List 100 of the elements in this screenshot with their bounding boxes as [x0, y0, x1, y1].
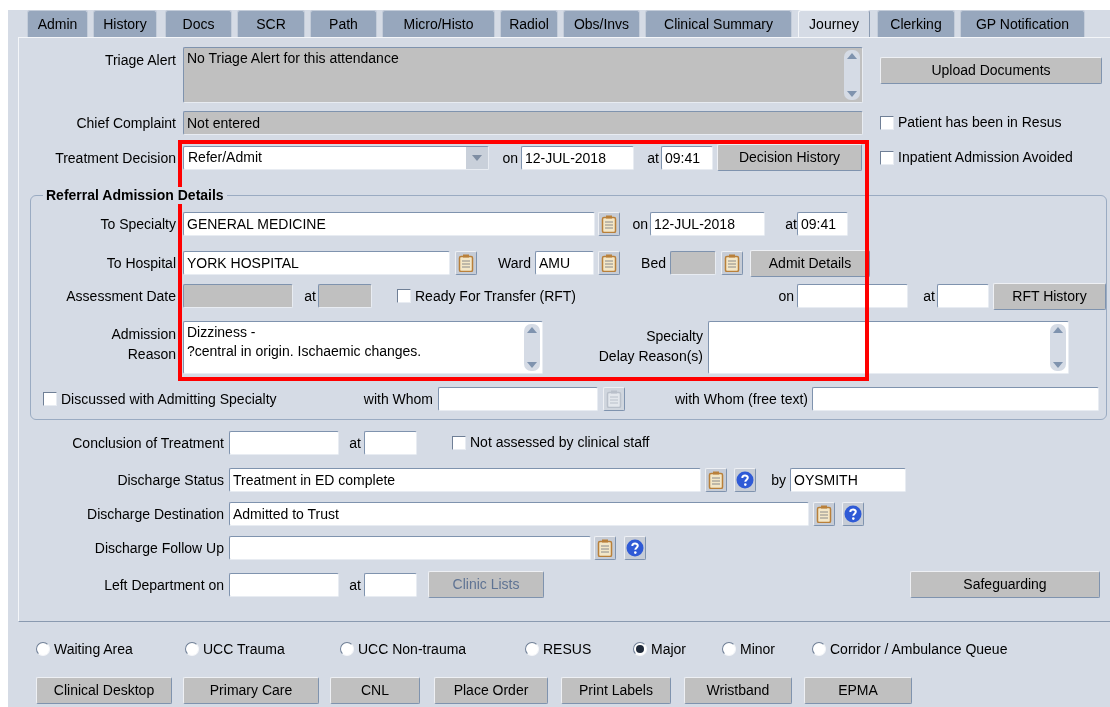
text-field[interactable]: GENERAL MEDICINE — [183, 212, 595, 236]
text-field[interactable] — [364, 572, 417, 597]
button[interactable]: RFT History — [993, 282, 1106, 310]
field-label: with Whom (free text) — [673, 390, 808, 409]
checkbox-label[interactable]: Not assessed by clinical staff — [470, 432, 650, 453]
checkbox[interactable] — [397, 289, 411, 303]
radio-label[interactable]: Waiting Area — [54, 638, 133, 660]
text-area[interactable]: Dizziness - ?central in origin. Ischaemic changes. — [183, 321, 543, 374]
scrollbar[interactable] — [1050, 324, 1066, 371]
field-label: Discharge Status — [116, 470, 224, 490]
tab[interactable]: GP Notification — [960, 10, 1085, 37]
dropdown-arrow-icon — [472, 154, 482, 161]
text-field[interactable] — [183, 284, 293, 308]
tab[interactable]: Journey — [798, 10, 870, 37]
text-area[interactable] — [708, 321, 1069, 374]
button[interactable]: Upload Documents — [880, 57, 1102, 84]
button[interactable]: Print Labels — [561, 677, 671, 704]
button[interactable]: EPMA — [804, 677, 912, 704]
radio-label[interactable]: Major — [651, 638, 686, 660]
tab[interactable]: Micro/Histo — [382, 10, 495, 37]
radio-button[interactable] — [185, 642, 199, 656]
button[interactable]: Wristband — [684, 677, 792, 704]
radio-label[interactable]: Minor — [740, 638, 775, 660]
help-button[interactable] — [842, 501, 864, 526]
tab[interactable]: Clerking — [877, 10, 955, 37]
radio-button[interactable] — [340, 642, 354, 656]
checkbox[interactable] — [880, 115, 894, 130]
scrollbar[interactable] — [524, 324, 540, 371]
text-field[interactable]: AMU — [535, 251, 594, 275]
text-field[interactable] — [812, 387, 1099, 411]
tab[interactable]: Obs/Invs — [563, 10, 640, 37]
text-field[interactable]: Not entered — [183, 110, 863, 135]
radio-button[interactable] — [722, 642, 736, 656]
radio-label[interactable]: Corridor / Ambulance Queue — [830, 638, 1008, 660]
text-field[interactable] — [438, 387, 598, 411]
text-field[interactable] — [229, 535, 591, 560]
text-field[interactable]: Admitted to Trust — [229, 501, 809, 526]
checkbox-label[interactable]: Patient has been in Resus — [898, 112, 1062, 133]
radio-button[interactable] — [812, 642, 826, 656]
radio-label[interactable]: RESUS — [543, 638, 592, 660]
text-field[interactable] — [229, 430, 339, 455]
button[interactable]: Clinical Desktop — [36, 677, 172, 704]
text-field[interactable]: 12-JUL-2018 — [650, 212, 765, 236]
tab[interactable]: Docs — [165, 10, 232, 37]
radio-button[interactable] — [633, 642, 647, 656]
dropdown[interactable]: Refer/Admit — [183, 145, 489, 170]
clipboard-icon — [597, 538, 613, 557]
checkbox[interactable] — [452, 435, 466, 450]
lookup-button[interactable] — [594, 535, 616, 560]
text-field[interactable]: 12-JUL-2018 — [521, 145, 634, 170]
help-button[interactable] — [624, 535, 646, 560]
clipboard-icon — [601, 254, 617, 272]
text-field[interactable]: Treatment in ED complete — [229, 467, 701, 492]
help-icon — [736, 470, 754, 489]
text-field[interactable]: 09:41 — [797, 212, 848, 236]
field-label: Treatment Decision — [54, 148, 176, 168]
tab[interactable]: Path — [310, 10, 377, 37]
text-field[interactable] — [670, 251, 716, 275]
scroll-down-arrow-icon — [847, 91, 857, 97]
text-area[interactable]: No Triage Alert for this attendance — [183, 47, 863, 103]
radio-label[interactable]: UCC Trauma — [203, 638, 285, 660]
field-label: Chief Complaint — [75, 113, 176, 133]
text-field[interactable]: 09:41 — [661, 145, 713, 170]
tab[interactable]: Radiol — [500, 10, 558, 37]
checkbox-label[interactable]: Ready For Transfer (RFT) — [415, 285, 577, 307]
lookup-button[interactable] — [813, 501, 835, 526]
radio-button[interactable] — [36, 642, 50, 656]
text-field[interactable] — [229, 572, 339, 597]
checkbox[interactable] — [43, 392, 57, 406]
text-field[interactable]: OYSMITH — [790, 467, 906, 492]
text-field[interactable] — [937, 284, 989, 308]
field-label: Assessment Date — [65, 287, 176, 306]
button[interactable]: Admit Details — [750, 249, 870, 277]
text-field[interactable] — [797, 284, 908, 308]
lookup-button[interactable] — [598, 212, 620, 236]
lookup-button[interactable] — [721, 251, 743, 275]
button[interactable]: Safeguarding — [910, 571, 1100, 598]
scrollbar[interactable] — [844, 50, 860, 100]
checkbox[interactable] — [880, 150, 894, 165]
help-button[interactable] — [734, 467, 756, 492]
scroll-up-arrow-icon — [1053, 327, 1063, 333]
tab[interactable]: Admin — [27, 10, 88, 37]
help-icon — [626, 538, 644, 557]
text-field[interactable] — [364, 430, 417, 455]
tab[interactable]: SCR — [237, 10, 305, 37]
tab[interactable]: History — [93, 10, 157, 37]
text-field[interactable] — [318, 284, 372, 308]
button[interactable]: Place Order — [434, 677, 548, 704]
text-field[interactable]: YORK HOSPITAL — [183, 251, 450, 275]
lookup-button[interactable] — [598, 251, 620, 275]
tab[interactable]: Clinical Summary — [645, 10, 792, 37]
button[interactable]: CNL — [330, 677, 420, 704]
lookup-button[interactable] — [705, 467, 727, 492]
checkbox-label[interactable]: Discussed with Admitting Specialty — [61, 388, 277, 410]
radio-label[interactable]: UCC Non-trauma — [358, 638, 467, 660]
button[interactable]: Decision History — [717, 144, 862, 171]
checkbox-label[interactable]: Inpatient Admission Avoided — [898, 147, 1073, 168]
button[interactable]: Primary Care — [183, 677, 319, 704]
lookup-button[interactable] — [455, 251, 477, 275]
radio-button[interactable] — [525, 642, 539, 656]
